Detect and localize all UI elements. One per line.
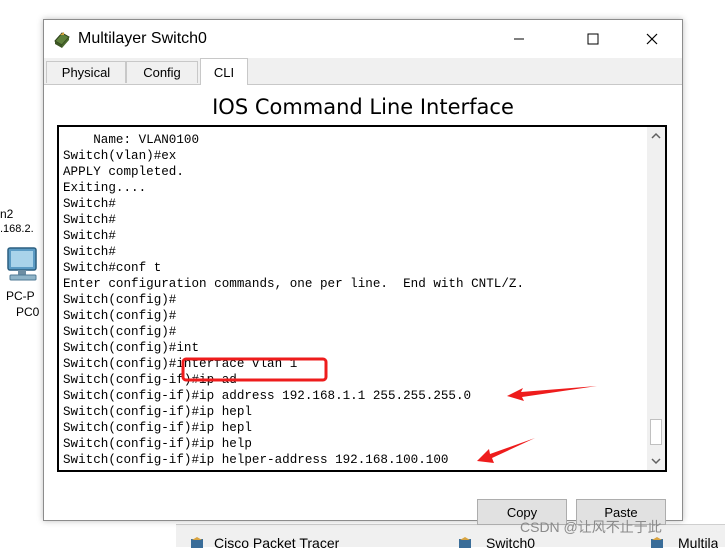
tab-cli[interactable]: CLI <box>200 58 248 85</box>
terminal-line: Switch(config)# <box>63 293 177 307</box>
chevron-up-icon <box>651 132 661 139</box>
terminal-line: Switch# <box>63 197 116 211</box>
terminal-line: Switch(config)#int <box>63 341 200 355</box>
chevron-down-icon <box>651 458 661 465</box>
scroll-thumb[interactable] <box>650 419 662 445</box>
pc-icon[interactable] <box>2 244 42 286</box>
terminal-line: Switch(vlan)#ex <box>63 149 177 163</box>
tab-physical[interactable]: Physical <box>46 61 126 83</box>
pc-name-label: PC0 <box>16 305 40 319</box>
terminal-line: VLAN 100 added: <box>63 127 643 132</box>
cli-terminal[interactable]: VLAN 100 added: Name: VLAN0100 Switch(vla… <box>57 125 667 472</box>
close-button[interactable] <box>629 20 675 58</box>
terminal-line: Switch# <box>63 229 116 243</box>
switch-icon <box>54 32 70 48</box>
cli-panel: IOS Command Line Interface VLAN 100 adde… <box>44 85 682 525</box>
device-ip-label: .168.2. <box>0 223 34 235</box>
taskbar-item-packet-tracer[interactable]: Cisco Packet Tracer <box>214 535 339 551</box>
pc-label: PC-P <box>6 289 35 303</box>
terminal-line: Switch(config-if)#ip hepl <box>63 405 252 419</box>
terminal-line: Switch(config)#interface vlan 1 <box>63 357 298 371</box>
minimize-button[interactable] <box>496 20 542 58</box>
taskbar-item-switch0[interactable]: Switch0 <box>486 535 535 551</box>
maximize-icon <box>587 33 599 45</box>
taskbar-item-multilayer[interactable]: Multila <box>678 535 718 551</box>
switch-window: Multilayer Switch0 Physical Config CLI I… <box>43 19 683 525</box>
tab-bar: Physical Config CLI <box>44 58 682 85</box>
terminal-line: Switch#conf t <box>63 261 162 275</box>
window-title: Multilayer Switch0 <box>78 30 207 47</box>
terminal-line: Enter configuration commands, one per li… <box>63 277 525 291</box>
close-icon <box>646 33 658 45</box>
terminal-line: Switch(config)# <box>63 325 177 339</box>
switch-icon <box>651 537 663 548</box>
packet-tracer-icon <box>191 537 203 548</box>
terminal-output: VLAN 100 added: Name: VLAN0100 Switch(vla… <box>63 127 643 468</box>
terminal-line: Switch# <box>63 213 116 227</box>
terminal-line: Switch(config-if)#ip helper-address 192.… <box>63 453 449 467</box>
terminal-line: Switch(config-if)#ip help <box>63 437 252 451</box>
terminal-line: Switch(config-if)#ip hepl <box>63 421 252 435</box>
switch-icon <box>459 537 471 548</box>
minimize-icon <box>514 38 524 40</box>
terminal-line: APPLY completed. <box>63 165 184 179</box>
scroll-down-button[interactable] <box>647 452 665 470</box>
device-label: n2 <box>0 207 14 221</box>
terminal-line: Switch# <box>63 245 116 259</box>
title-bar[interactable]: Multilayer Switch0 <box>44 20 682 58</box>
cli-heading: IOS Command Line Interface <box>212 95 514 119</box>
maximize-button[interactable] <box>570 20 616 58</box>
vertical-scrollbar[interactable] <box>647 127 665 470</box>
tab-config[interactable]: Config <box>126 61 198 83</box>
terminal-line: Switch(config-if)#ip ad <box>63 373 237 387</box>
terminal-line: Switch(config)# <box>63 309 177 323</box>
terminal-line: Name: VLAN0100 <box>63 133 200 147</box>
scroll-up-button[interactable] <box>647 127 665 145</box>
watermark: CSDN @让风不止于此 <box>520 519 662 535</box>
terminal-line: Switch(config-if)#ip address 192.168.1.1… <box>63 389 472 403</box>
terminal-line: Exiting.... <box>63 181 147 195</box>
